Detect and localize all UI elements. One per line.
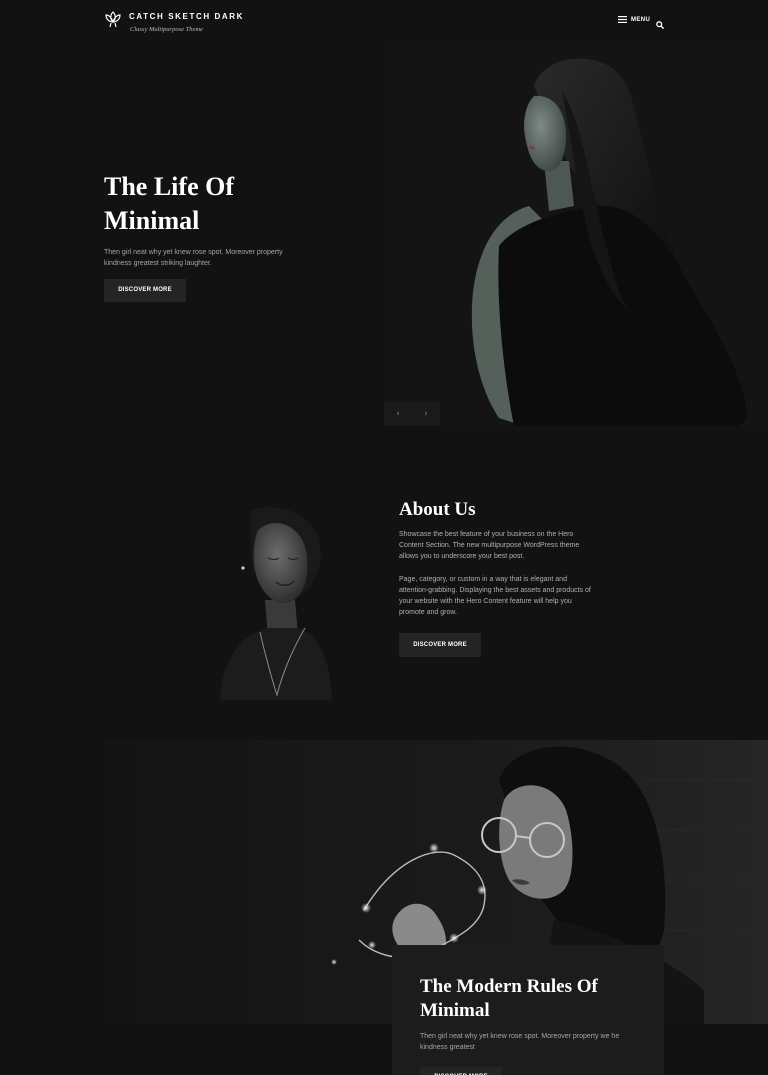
hamburger-icon — [618, 16, 627, 23]
hero-slide-image — [384, 46, 768, 426]
about-image — [180, 500, 340, 700]
hero-description: Then girl neat why yet knew rose spot. M… — [104, 249, 283, 267]
about-paragraph: Showcase the best feature of your busine… — [399, 531, 580, 560]
site-logo[interactable]: CATCH SKETCH DARK Classy Multipurpose Th… — [104, 10, 244, 34]
menu-label: MENU — [631, 16, 651, 23]
about-title: About Us — [399, 499, 476, 520]
about-section: About Us Showcase the best feature of yo… — [399, 498, 599, 618]
about-paragraph: Page, category, or custom in a way that … — [399, 576, 591, 616]
search-icon — [656, 21, 665, 30]
hero-title-line: The Life Of — [104, 172, 234, 201]
site-tagline: Classy Multipurpose Theme — [130, 26, 203, 33]
menu-toggle-button[interactable]: MENU — [618, 16, 650, 23]
site-title[interactable]: CATCH SKETCH DARK — [129, 13, 244, 21]
feature-content-card: The Modern Rules Of Minimal Then girl ne… — [392, 945, 664, 1075]
feature-description: Then girl neat why yet knew rose spot. M… — [420, 1033, 620, 1051]
slider-next-arrow-icon[interactable]: › — [412, 402, 440, 426]
slider-navigation: ‹ › — [384, 402, 440, 426]
site-branding: CATCH SKETCH DARK Classy Multipurpose Th… — [129, 10, 244, 34]
hero-title: The Life Of Minimal — [104, 170, 344, 238]
slider-prev-arrow-icon[interactable]: ‹ — [384, 402, 412, 426]
feature-title: The Modern Rules Of Minimal — [420, 975, 636, 1023]
lotus-logo-icon — [105, 11, 121, 28]
about-discover-more-button[interactable]: DISCOVER MORE — [399, 633, 481, 657]
feature-discover-more-button[interactable]: DISCOVER MORE — [420, 1067, 502, 1075]
hero-text: The Life Of Minimal Then girl neat why y… — [104, 170, 344, 269]
hero-title-line: Minimal — [104, 206, 200, 235]
feature-title-line: The Modern Rules Of — [420, 976, 598, 997]
search-button[interactable] — [656, 16, 665, 34]
feature-title-line: Minimal — [420, 1000, 490, 1021]
hero-discover-more-button[interactable]: DISCOVER MORE — [104, 279, 186, 302]
